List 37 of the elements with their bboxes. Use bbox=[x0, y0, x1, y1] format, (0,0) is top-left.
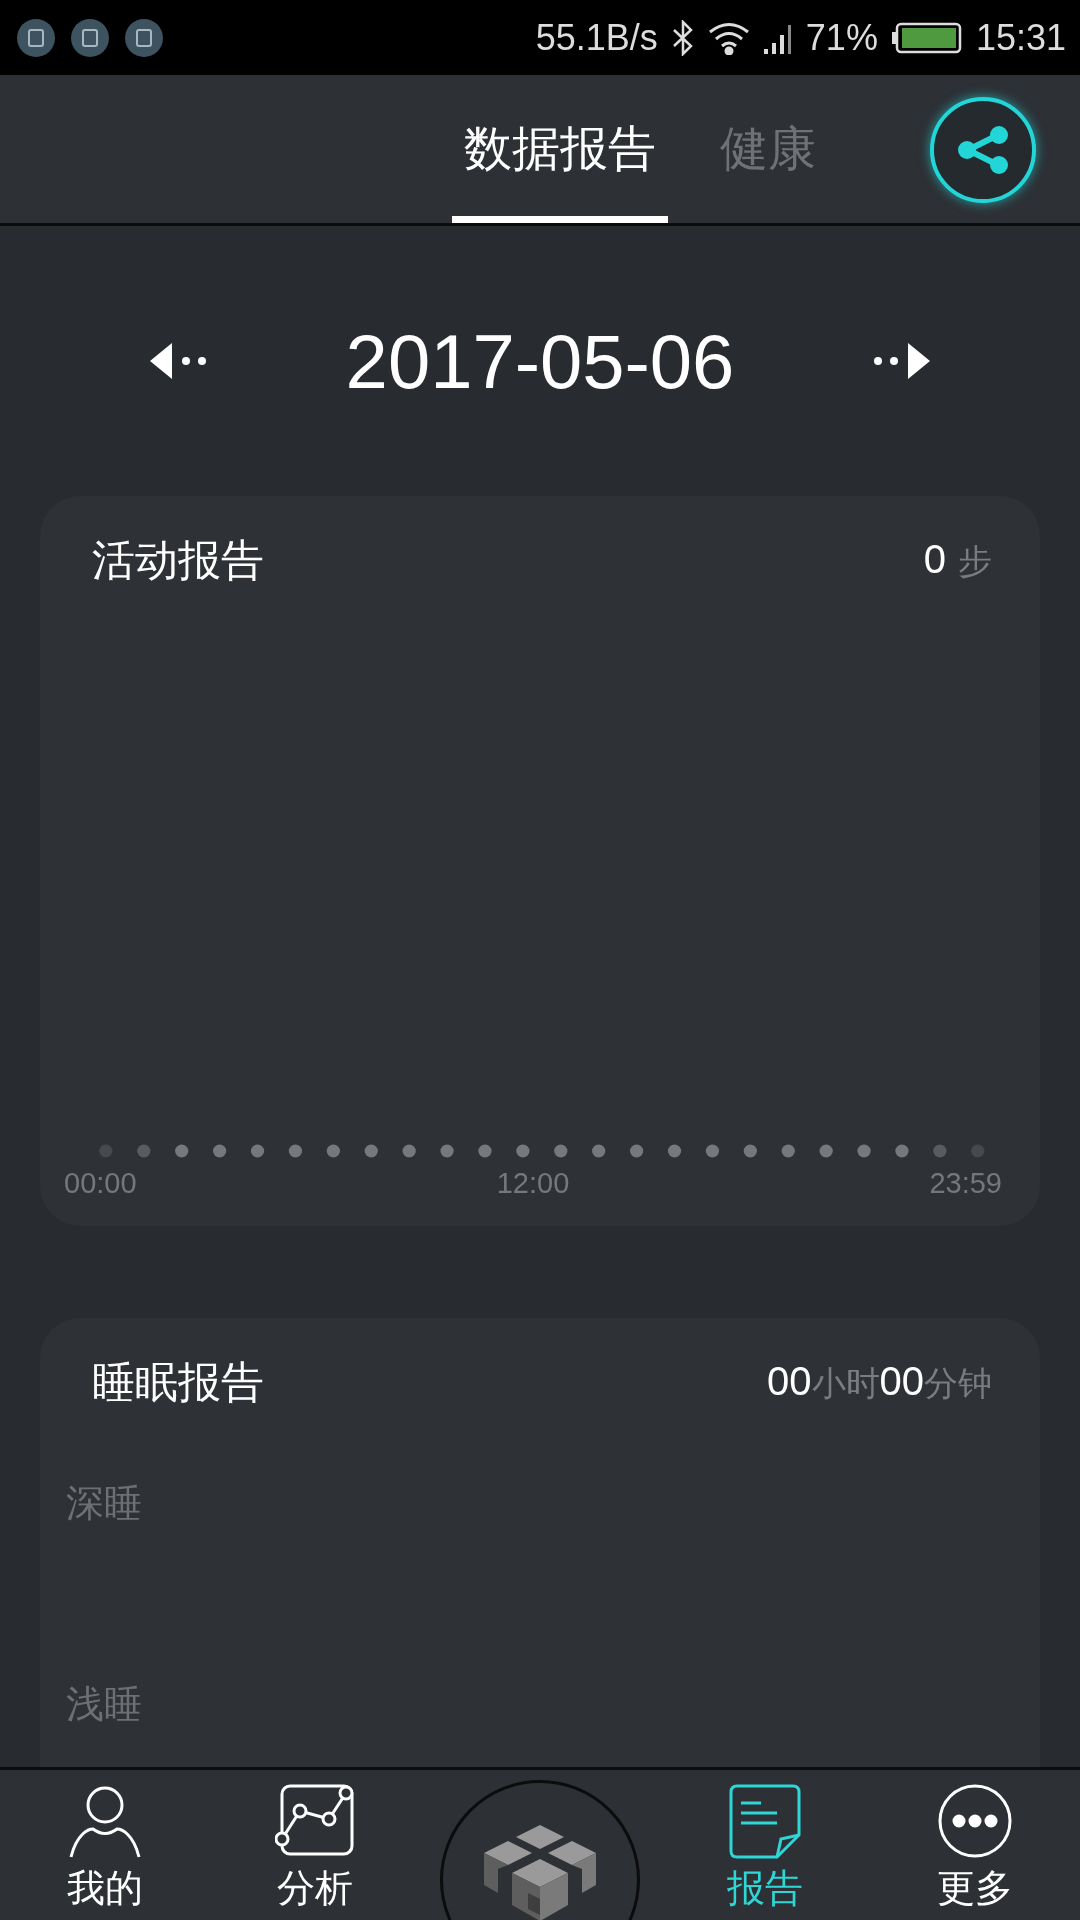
note-icon bbox=[727, 1783, 804, 1859]
nav-label: 我的 bbox=[66, 1865, 143, 1912]
nav-label: 分析 bbox=[276, 1865, 353, 1912]
notification-icon bbox=[124, 17, 164, 58]
axis-label: 12:00 bbox=[496, 1167, 570, 1200]
nav-item[interactable]: 分析 bbox=[209, 1770, 420, 1920]
nav-label: 报告 bbox=[727, 1865, 804, 1912]
header-tab[interactable]: 数据报告 bbox=[452, 75, 668, 223]
notification-icon bbox=[70, 17, 110, 58]
step-unit: 步 bbox=[958, 540, 992, 583]
clock-time: 15:31 bbox=[975, 16, 1066, 59]
step-count: 0 bbox=[923, 537, 946, 582]
axis-label: 00:00 bbox=[64, 1167, 137, 1200]
nav-label: 更多 bbox=[937, 1865, 1014, 1912]
more-icon bbox=[937, 1783, 1014, 1859]
card-title: 睡眠报告 bbox=[92, 1356, 264, 1409]
share-icon bbox=[956, 125, 1010, 175]
wifi-icon bbox=[707, 20, 750, 55]
share-button[interactable] bbox=[930, 97, 1036, 203]
duration-number: 00 bbox=[879, 1359, 924, 1404]
line-chart-icon bbox=[274, 1783, 355, 1859]
network-speed: 55.1B/s bbox=[535, 16, 658, 59]
card-title: 活动报告 bbox=[92, 534, 264, 587]
date-label: 2017-05-06 bbox=[345, 317, 735, 405]
axis-label: 23:59 bbox=[929, 1167, 1002, 1200]
battery-icon bbox=[891, 21, 962, 54]
sleep-stage-label: 深睡 bbox=[65, 1480, 143, 1527]
nav-item[interactable]: 更多 bbox=[870, 1770, 1080, 1920]
battery-percent: 71% bbox=[805, 16, 878, 59]
nav-item[interactable]: 我的 bbox=[0, 1770, 210, 1920]
duration-unit: 分钟 bbox=[924, 1362, 992, 1405]
bluetooth-icon bbox=[671, 19, 694, 56]
duration-unit: 小时 bbox=[811, 1362, 880, 1405]
duration-number: 00 bbox=[767, 1359, 812, 1404]
notification-icon bbox=[16, 17, 56, 58]
sleep-stage-label: 浅睡 bbox=[65, 1681, 143, 1728]
nav-item[interactable]: 报告 bbox=[660, 1770, 871, 1920]
